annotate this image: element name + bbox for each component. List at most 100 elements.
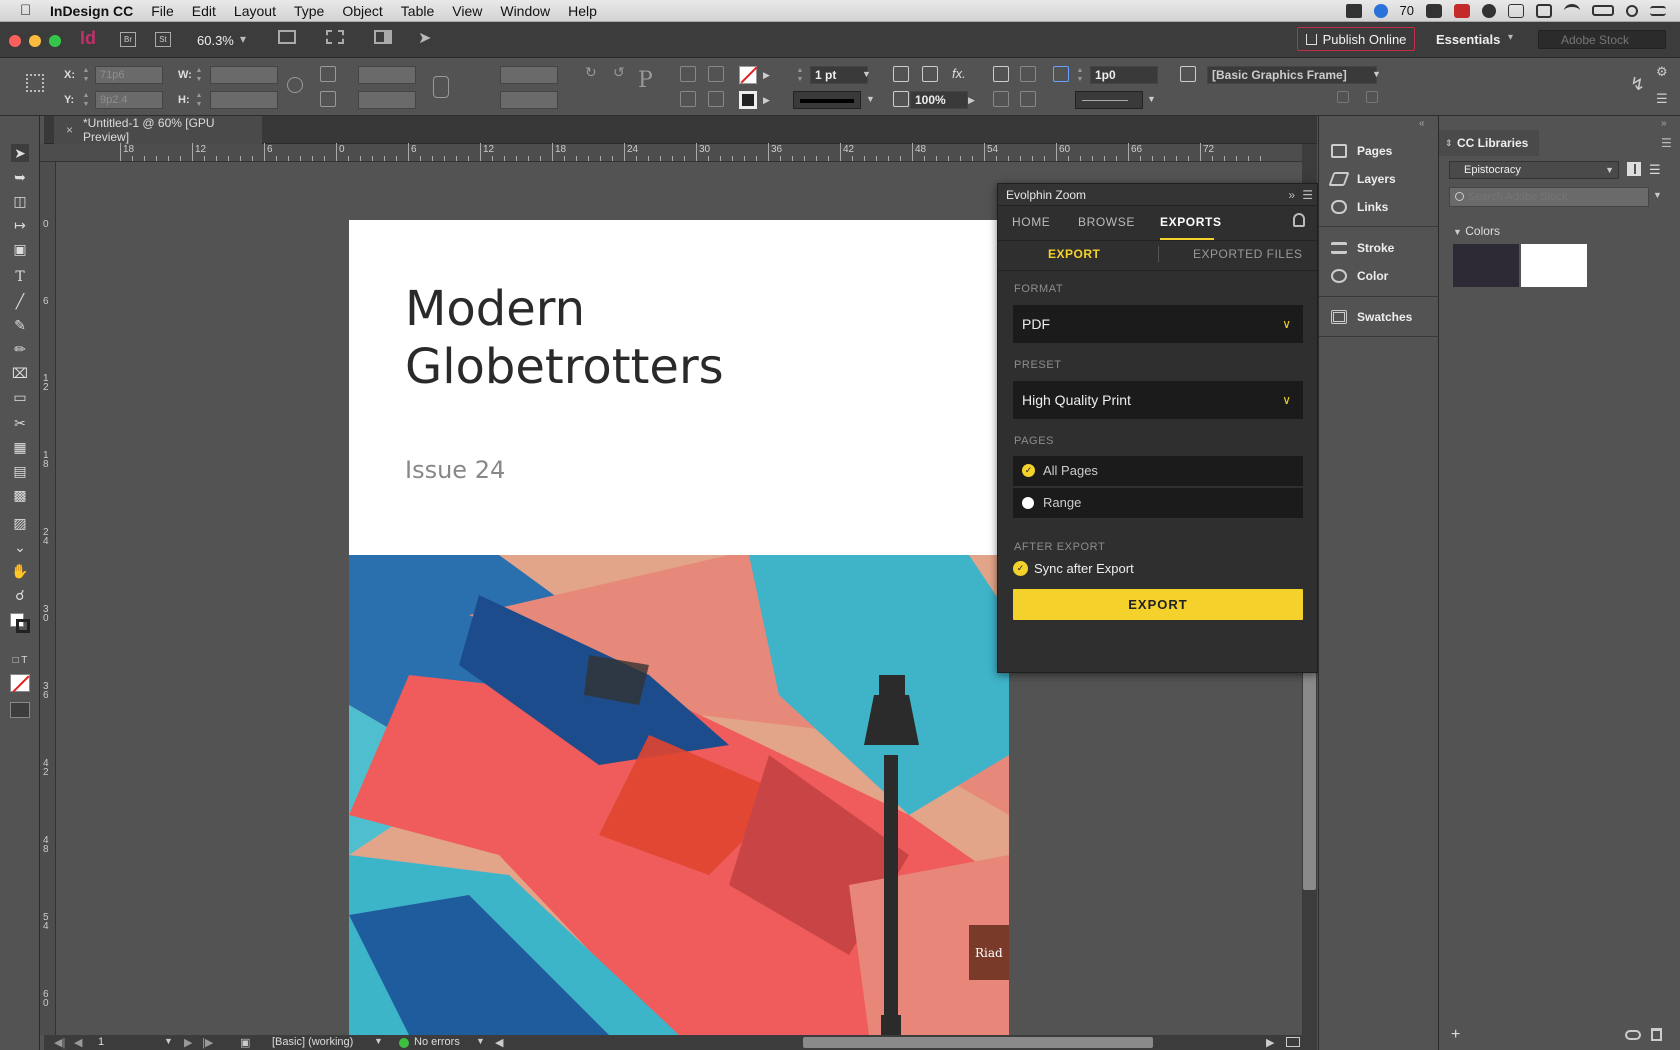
reference-point-icon[interactable]	[26, 74, 44, 92]
selection-tool-icon[interactable]: ➤	[11, 144, 29, 162]
frame-fitting-icon[interactable]	[893, 66, 909, 82]
eyedropper-tool-icon[interactable]: ⌄	[11, 538, 29, 556]
scale-y-field[interactable]	[358, 91, 416, 109]
zoom-window-button[interactable]	[49, 35, 61, 47]
hand-tool-icon[interactable]: ✋	[11, 562, 29, 580]
trash-icon[interactable]	[1651, 1028, 1662, 1041]
search-icon[interactable]	[1626, 4, 1638, 17]
red-app-icon[interactable]	[1454, 3, 1470, 18]
object-style-select[interactable]: [Basic Graphics Frame]	[1207, 66, 1377, 84]
battery-icon[interactable]	[1592, 5, 1614, 16]
airplay-icon[interactable]	[1536, 3, 1552, 18]
distribute-icon[interactable]	[708, 66, 724, 82]
menu-object[interactable]: Object	[342, 3, 382, 19]
minimize-window-button[interactable]	[29, 35, 41, 47]
frame-value-stepper[interactable]: ▲ ▼	[1075, 66, 1085, 84]
panel-menu-icon[interactable]: ☰	[1302, 184, 1313, 206]
screen-mode-icon[interactable]	[326, 30, 344, 44]
center-content-icon[interactable]	[1020, 91, 1036, 107]
frame-value-field[interactable]: 1p0	[1090, 66, 1158, 84]
menu-window[interactable]: Window	[500, 3, 550, 19]
link-scale-icon[interactable]	[433, 76, 449, 98]
text-wrap-alt-icon[interactable]	[1020, 66, 1036, 82]
tab-browse[interactable]: BROWSE	[1078, 215, 1135, 229]
last-page-icon[interactable]: |▶	[202, 1036, 213, 1049]
formatting-affects-icon[interactable]: □ T	[11, 652, 29, 670]
list-view-icon[interactable]: ☰	[1649, 162, 1661, 178]
effects-icon[interactable]: fx.	[952, 66, 966, 81]
export-button[interactable]: EXPORT	[1013, 589, 1303, 620]
clear-overrides-icon[interactable]	[1337, 91, 1349, 103]
workspace-chevron-icon[interactable]: ▾	[1508, 32, 1513, 43]
align-bottom-icon[interactable]	[680, 91, 696, 107]
arrange-documents-icon[interactable]	[374, 30, 392, 44]
view-options-icon[interactable]	[278, 30, 296, 44]
rectangle-frame-tool-icon[interactable]: ⌧	[11, 364, 29, 382]
scissors-tool-icon[interactable]: ✂	[11, 414, 29, 432]
notifications-bell-icon[interactable]	[1293, 213, 1305, 227]
w-field[interactable]	[210, 66, 278, 84]
scale-x-field[interactable]	[358, 66, 416, 84]
network-icon[interactable]	[1508, 3, 1524, 18]
cc-panel-menu-icon[interactable]: ☰	[1661, 136, 1672, 150]
scroll-left-icon[interactable]: ◀	[495, 1036, 503, 1049]
gradient-swatch-tool-icon[interactable]: ▤	[11, 462, 29, 480]
notification-icon[interactable]	[1373, 3, 1388, 18]
menu-view[interactable]: View	[452, 3, 482, 19]
tab-exports[interactable]: EXPORTS	[1160, 215, 1222, 229]
dropbox-icon[interactable]	[1345, 3, 1362, 18]
rotate-cw-icon[interactable]: ↻	[585, 64, 597, 81]
sync-after-export-checkbox[interactable]: ✓ Sync after Export	[1013, 558, 1134, 578]
subtab-export[interactable]: EXPORT	[1048, 247, 1100, 261]
h-field[interactable]	[210, 91, 278, 109]
x-field[interactable]: 71p6	[95, 66, 163, 84]
page-number-field[interactable]: 1	[98, 1036, 104, 1048]
collapse-panels-icon[interactable]: »	[1661, 118, 1667, 129]
stroke-weight-field[interactable]: 1 pt	[810, 66, 868, 84]
align-top-icon[interactable]	[680, 66, 696, 82]
previous-page-icon[interactable]: ◀	[74, 1036, 82, 1049]
free-transform-tool-icon[interactable]: ▦	[11, 438, 29, 456]
evolphin-panel-header[interactable]: Evolphin Zoom » ☰	[998, 184, 1317, 206]
open-document-icon[interactable]: ▣	[240, 1036, 250, 1049]
menu-table[interactable]: Table	[401, 3, 434, 19]
settings-gear-icon[interactable]: ⚙	[1656, 64, 1668, 80]
pen-tool-icon[interactable]: ✎	[11, 316, 29, 334]
y-field[interactable]: 9p2.4	[95, 91, 163, 109]
screen-mode-normal-icon[interactable]	[10, 702, 30, 718]
y-stepper[interactable]: ▲ ▼	[81, 91, 91, 109]
app-menu[interactable]: InDesign CC	[50, 3, 133, 19]
split-window-icon[interactable]	[1286, 1037, 1300, 1047]
library-select[interactable]: Epistocracy ▼	[1449, 161, 1619, 179]
format-select[interactable]: PDF ∨	[1013, 305, 1303, 343]
rotate-ccw-icon[interactable]: ↺	[613, 64, 625, 81]
x-stepper[interactable]: ▲ ▼	[81, 66, 91, 84]
stroke-weight-chevron-icon[interactable]: ▼	[862, 69, 871, 79]
note-tool-icon[interactable]: ▨	[11, 514, 29, 532]
pencil-tool-icon[interactable]: ✏	[11, 340, 29, 358]
cover-image[interactable]: Riad	[349, 555, 1009, 1035]
zoom-tool-icon[interactable]: ☌	[11, 586, 29, 604]
stock-search-field[interactable]	[1449, 187, 1649, 207]
constrain-proportions-icon[interactable]	[287, 77, 303, 93]
gpu-performance-icon[interactable]: ➤	[418, 28, 431, 48]
stroke-swatch[interactable]	[739, 91, 757, 109]
rectangle-tool-icon[interactable]: ▭	[11, 388, 29, 406]
dock-layers[interactable]: Layers	[1328, 172, 1396, 186]
stock-button[interactable]: St	[155, 32, 171, 47]
preflight-status[interactable]: No errors	[414, 1036, 460, 1048]
opacity-chevron-icon[interactable]: ▶	[968, 95, 975, 106]
expand-panels-icon[interactable]: «	[1419, 118, 1425, 129]
scroll-right-icon[interactable]: ▶	[1266, 1036, 1274, 1049]
range-option[interactable]: Range	[1013, 488, 1303, 518]
type-tool-icon[interactable]: T	[11, 268, 29, 286]
document-tab[interactable]: × *Untitled-1 @ 60% [GPU Preview]	[54, 116, 262, 144]
content-collector-icon[interactable]: ▣	[11, 240, 29, 258]
stroke-chevron-icon[interactable]: ▶	[763, 95, 770, 106]
issue-number[interactable]: Issue 24	[405, 456, 505, 484]
stroke-type-select[interactable]	[793, 91, 861, 109]
color-swatch-dark[interactable]	[1453, 244, 1519, 287]
evernote-icon[interactable]	[1426, 3, 1442, 18]
stroke-weight-stepper[interactable]: ▲ ▼	[795, 66, 805, 84]
opacity-field[interactable]: 100%	[910, 91, 968, 109]
